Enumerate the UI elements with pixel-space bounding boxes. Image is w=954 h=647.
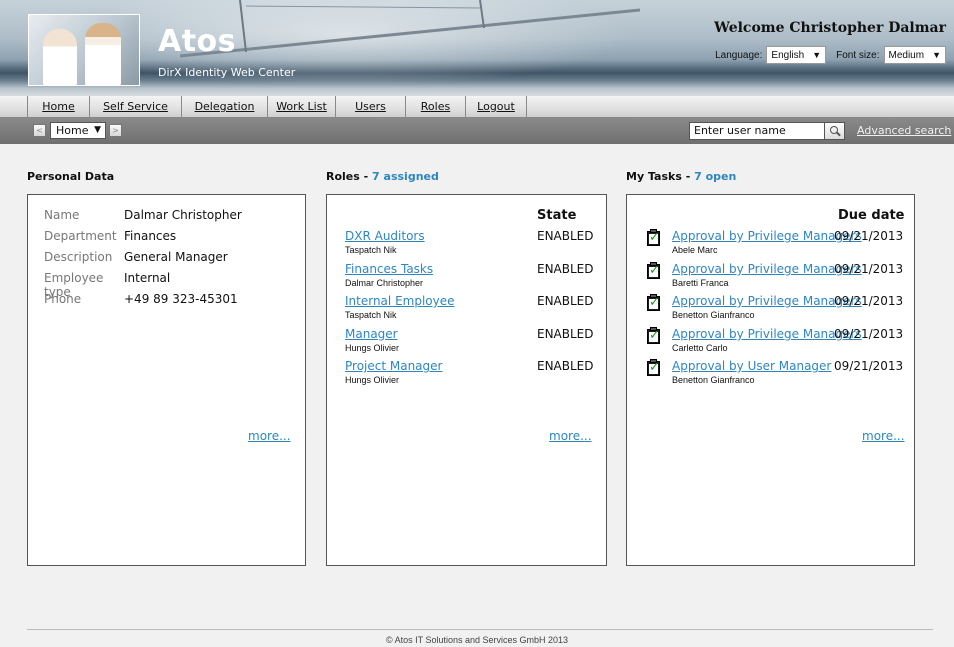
task-person: Baretti Franca	[672, 278, 729, 288]
menu-work-list[interactable]: Work List	[267, 96, 335, 118]
chevron-down-icon: ▼	[94, 125, 101, 135]
role-link[interactable]: Project Manager	[345, 359, 442, 373]
personal-more-link[interactable]: more...	[248, 429, 291, 443]
chevron-down-icon: ▼	[932, 50, 941, 60]
task-person: Carletto Carlo	[672, 343, 728, 353]
task-due-date: 09/21/2013	[834, 327, 904, 341]
state-header: State	[537, 208, 577, 223]
roles-count: 7 assigned	[372, 170, 439, 183]
fontsize-value: Medium	[888, 49, 925, 61]
task-person: Benetton Gianfranco	[672, 310, 755, 320]
role-state: ENABLED	[537, 327, 594, 341]
role-state: ENABLED	[537, 294, 594, 308]
advanced-search-link[interactable]: Advanced search	[857, 124, 951, 137]
role-state: ENABLED	[537, 229, 594, 243]
photo-person-left	[43, 29, 77, 85]
photo-person-right	[85, 23, 121, 85]
task-due-date: 09/21/2013	[834, 294, 904, 308]
language-label: Language:	[715, 49, 763, 61]
menu-home[interactable]: Home	[27, 96, 89, 118]
roles-more-link[interactable]: more...	[549, 429, 592, 443]
home-select-value: Home	[56, 124, 89, 137]
personal-data-heading: Personal Data	[27, 170, 115, 183]
menu-users[interactable]: Users	[335, 96, 405, 118]
role-owner: Taspatch Nik	[345, 245, 397, 255]
language-select[interactable]: English ▼	[766, 46, 827, 64]
field-label: Description	[44, 250, 113, 264]
chevron-down-icon: ▼	[812, 50, 822, 60]
task-clipboard-icon: ✓	[647, 262, 660, 279]
role-owner: Dalmar Christopher	[345, 278, 424, 288]
task-link[interactable]: Approval by User Manager	[672, 359, 831, 373]
task-clipboard-icon: ✓	[647, 294, 660, 311]
forward-button[interactable]: >	[109, 124, 122, 137]
footer-divider	[27, 629, 933, 630]
field-value: Finances	[124, 229, 177, 243]
menu-roles[interactable]: Roles	[405, 96, 465, 118]
field-value: Internal	[124, 271, 171, 285]
search-button[interactable]	[825, 122, 845, 140]
task-clipboard-icon: ✓	[647, 229, 660, 246]
tasks-heading: My Tasks	[626, 170, 682, 183]
role-state: ENABLED	[537, 359, 594, 373]
fontsize-label: Font size:	[836, 49, 880, 61]
field-value: General Manager	[124, 250, 228, 264]
back-button[interactable]: <	[33, 124, 46, 137]
toolbar: < Home ▼ > Enter user name Advanced sear…	[0, 118, 954, 144]
due-date-header: Due date	[838, 208, 905, 223]
task-due-date: 09/21/2013	[834, 229, 904, 243]
roles-heading: Roles	[326, 170, 360, 183]
role-owner: Hungs Olivier	[345, 343, 400, 353]
personal-data-title: Personal Data	[27, 170, 114, 183]
main-menu: Home Self Service Delegation Work List U…	[0, 96, 954, 118]
welcome-text: Welcome Christopher Dalmar	[714, 20, 946, 36]
tasks-title: My Tasks - 7 open	[626, 170, 736, 183]
task-due-date: 09/21/2013	[834, 262, 904, 276]
menu-logout[interactable]: Logout	[465, 96, 527, 118]
task-due-date: 09/21/2013	[834, 359, 904, 373]
tasks-more-link[interactable]: more...	[862, 429, 905, 443]
field-label: Phone	[44, 292, 82, 306]
footer-copyright: © Atos IT Solutions and Services GmbH 20…	[385, 635, 569, 645]
roles-separator: -	[359, 170, 373, 183]
field-label: Name	[44, 208, 80, 222]
roles-panel: State DXR Auditors Taspatch Nik ENABLED …	[326, 194, 607, 566]
banner-photo	[28, 14, 140, 86]
role-link[interactable]: Finances Tasks	[345, 262, 433, 276]
header-banner: Atos DirX Identity Web Center Welcome Ch…	[0, 0, 954, 96]
role-state: ENABLED	[537, 262, 594, 276]
roles-title: Roles - 7 assigned	[326, 170, 439, 183]
language-value: English	[771, 49, 805, 61]
task-clipboard-icon: ✓	[647, 327, 660, 344]
personal-data-panel: Name Dalmar Christopher Department Finan…	[27, 194, 306, 566]
role-owner: Taspatch Nik	[345, 310, 397, 320]
app-name: DirX Identity Web Center	[158, 66, 296, 79]
field-label: Department	[44, 229, 117, 243]
bridge-illustration	[180, 0, 640, 58]
user-search-input[interactable]: Enter user name	[689, 122, 825, 140]
field-value: Dalmar Christopher	[124, 208, 242, 222]
preferences: Language: English ▼ Font size: Medium ▼	[715, 46, 946, 64]
home-select[interactable]: Home ▼	[50, 122, 106, 139]
menu-self-service[interactable]: Self Service	[89, 96, 181, 118]
role-owner: Hungs Olivier	[345, 375, 400, 385]
task-person: Abele Marc	[672, 245, 718, 255]
fontsize-select[interactable]: Medium ▼	[883, 46, 946, 64]
tasks-separator: -	[681, 170, 695, 183]
role-link[interactable]: Manager	[345, 327, 398, 341]
task-clipboard-icon: ✓	[647, 359, 660, 376]
task-person: Benetton Gianfranco	[672, 375, 755, 385]
role-link[interactable]: DXR Auditors	[345, 229, 425, 243]
tasks-count: 7 open	[694, 170, 737, 183]
tasks-panel: Due date ✓ Approval by Privilege Manager…	[626, 194, 915, 566]
field-value: +49 89 323-45301	[124, 292, 238, 306]
atos-logo: Atos	[158, 24, 237, 59]
role-link[interactable]: Internal Employee	[345, 294, 455, 308]
menu-delegation[interactable]: Delegation	[181, 96, 267, 118]
